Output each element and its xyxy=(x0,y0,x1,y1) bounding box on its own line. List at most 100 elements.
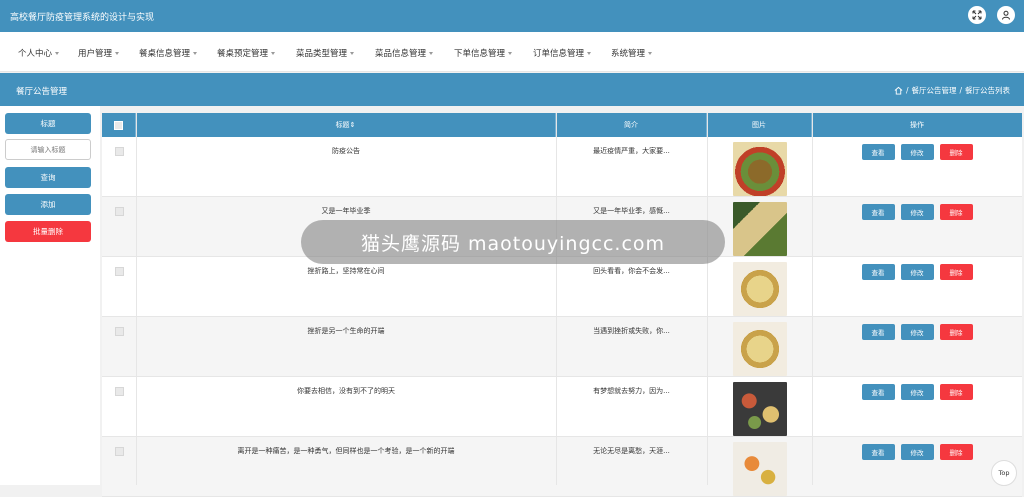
caret-down-icon xyxy=(193,52,198,55)
column-divider xyxy=(556,113,557,485)
column-intro: 简介 xyxy=(556,113,707,137)
edit-button[interactable]: 修改 xyxy=(900,324,934,340)
delete-button[interactable]: 删除 xyxy=(939,264,973,280)
breadcrumb-item[interactable]: 餐厅公告管理 xyxy=(911,85,956,96)
food-image[interactable] xyxy=(732,442,787,496)
nav-label: 餐桌信息管理 xyxy=(139,49,191,59)
row-intro: 最近疫情严重，大家要... xyxy=(593,147,670,155)
column-actions: 操作 xyxy=(910,121,924,129)
home-icon[interactable] xyxy=(894,86,903,95)
row-actions: 查看 修改 删除 xyxy=(812,197,1022,257)
caret-down-icon xyxy=(429,52,434,55)
row-actions: 查看 修改 删除 xyxy=(812,317,1022,377)
edit-button[interactable]: 修改 xyxy=(900,444,934,460)
row-actions: 查看 修改 删除 xyxy=(812,137,1022,197)
column-image: 图片 xyxy=(707,113,812,137)
query-button[interactable]: 查询 xyxy=(5,167,91,188)
column-title-label: 标题 xyxy=(335,121,350,129)
delete-button[interactable]: 删除 xyxy=(939,204,973,220)
select-all-checkbox[interactable] xyxy=(114,120,123,130)
column-title[interactable]: 标题 ⇕ xyxy=(136,113,556,137)
food-image[interactable] xyxy=(732,202,787,256)
breadcrumb-separator: / xyxy=(959,86,962,95)
row-image-cell xyxy=(707,437,812,497)
nav-item-users[interactable]: 用户管理 xyxy=(78,47,120,59)
delete-button[interactable]: 删除 xyxy=(939,324,973,340)
nav-label: 菜品类型管理 xyxy=(296,49,348,59)
nav-item-dish-types[interactable]: 菜品类型管理 xyxy=(296,47,355,59)
view-button[interactable]: 查看 xyxy=(861,204,895,220)
row-intro: 回头看看，你会不会发... xyxy=(593,267,670,275)
nav-item-tables[interactable]: 餐桌信息管理 xyxy=(139,47,198,59)
sort-icon[interactable]: ⇕ xyxy=(350,121,356,129)
view-button[interactable]: 查看 xyxy=(861,384,895,400)
row-check-cell xyxy=(102,137,136,197)
row-image-cell xyxy=(707,257,812,317)
column-divider xyxy=(136,113,137,485)
view-button[interactable]: 查看 xyxy=(861,444,895,460)
table-row: 你要去相信，没有到不了的明天 有梦想就去努力，因为... 查看 修改 删除 xyxy=(102,377,1022,437)
nav-item-orders[interactable]: 订单信息管理 xyxy=(533,47,592,59)
app-title: 高校餐厅防疫管理系统的设计与实现 xyxy=(10,13,155,23)
caret-down-icon xyxy=(587,52,592,55)
row-check-cell xyxy=(102,197,136,257)
title-label: 标题 xyxy=(5,113,91,134)
row-check-cell xyxy=(102,377,136,437)
caret-down-icon xyxy=(648,52,653,55)
food-image[interactable] xyxy=(732,382,787,436)
delete-button[interactable]: 删除 xyxy=(939,144,973,160)
row-checkbox[interactable] xyxy=(114,207,124,216)
main-nav: 个人中心 用户管理 餐桌信息管理 餐桌预定管理 菜品类型管理 菜品信息管理 下单… xyxy=(0,32,1024,72)
table-row: 离开是一种痛苦，是一种勇气，但同样也是一个考验，是一个新的开端 无论无尽是离愁，… xyxy=(102,437,1022,497)
fullscreen-icon[interactable] xyxy=(968,6,986,24)
row-check-cell xyxy=(102,257,136,317)
view-button[interactable]: 查看 xyxy=(861,324,895,340)
row-checkbox[interactable] xyxy=(114,327,124,336)
nav-item-system[interactable]: 系统管理 xyxy=(611,47,653,59)
row-title: 离开是一种痛苦，是一种勇气，但同样也是一个考验，是一个新的开端 xyxy=(237,447,455,455)
nav-item-profile[interactable]: 个人中心 xyxy=(18,47,60,59)
row-check-cell xyxy=(102,317,136,377)
nav-item-orders-placed[interactable]: 下单信息管理 xyxy=(454,47,513,59)
view-button[interactable]: 查看 xyxy=(861,264,895,280)
food-image[interactable] xyxy=(732,322,787,376)
nav-item-reservations[interactable]: 餐桌预定管理 xyxy=(217,47,276,59)
search-panel: 标题 查询 添加 批量删除 xyxy=(0,106,100,485)
add-button[interactable]: 添加 xyxy=(5,194,91,215)
row-image-cell xyxy=(707,137,812,197)
batch-delete-button[interactable]: 批量删除 xyxy=(5,221,91,242)
row-checkbox[interactable] xyxy=(114,267,124,276)
edit-button[interactable]: 修改 xyxy=(900,384,934,400)
food-image[interactable] xyxy=(732,262,787,316)
edit-button[interactable]: 修改 xyxy=(900,204,934,220)
search-input[interactable] xyxy=(5,139,91,160)
nav-item-dishes[interactable]: 菜品信息管理 xyxy=(375,47,434,59)
delete-button[interactable]: 删除 xyxy=(939,444,973,460)
food-image[interactable] xyxy=(732,142,787,196)
table-row: 挫折路上，坚持常在心间 回头看看，你会不会发... 查看 修改 删除 xyxy=(102,257,1022,317)
back-to-top-button[interactable]: Top xyxy=(991,460,1017,486)
view-button[interactable]: 查看 xyxy=(861,144,895,160)
row-intro: 无论无尽是离愁，天涯... xyxy=(593,447,670,455)
row-checkbox[interactable] xyxy=(114,147,124,156)
nav-label: 餐桌预定管理 xyxy=(217,49,269,59)
user-icon[interactable] xyxy=(997,6,1015,24)
row-image-cell xyxy=(707,317,812,377)
edit-button[interactable]: 修改 xyxy=(900,144,934,160)
nav-label: 系统管理 xyxy=(611,49,646,59)
nav-label: 订单信息管理 xyxy=(533,49,585,59)
nav-label: 菜品信息管理 xyxy=(375,49,427,59)
row-title: 挫折是另一个生命的开端 xyxy=(307,327,385,335)
notice-table: 标题 ⇕ 简介 图片 操作 防疫公告 最近疫情严重，大家要... 查看 修改 删除… xyxy=(102,113,1022,497)
page-title: 餐厅公告管理 xyxy=(16,87,68,97)
edit-button[interactable]: 修改 xyxy=(900,264,934,280)
row-checkbox[interactable] xyxy=(114,387,124,396)
breadcrumb: / 餐厅公告管理 / 餐厅公告列表 xyxy=(894,85,1010,96)
row-actions: 查看 修改 删除 xyxy=(812,437,1022,497)
delete-button[interactable]: 删除 xyxy=(939,384,973,400)
row-checkbox[interactable] xyxy=(114,447,124,456)
nav-label: 下单信息管理 xyxy=(454,49,506,59)
row-title: 防疫公告 xyxy=(332,147,360,155)
nav-label: 个人中心 xyxy=(18,49,53,59)
column-divider xyxy=(707,113,708,485)
